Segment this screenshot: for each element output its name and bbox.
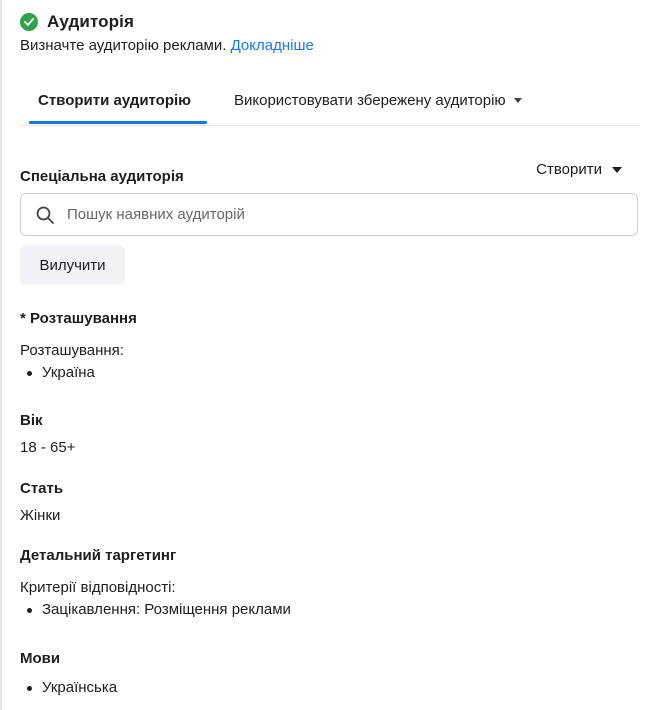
create-dropdown[interactable]: Створити	[536, 161, 622, 178]
detailed-targeting-label: Детальний таргетинг	[20, 547, 177, 564]
audience-search[interactable]	[20, 193, 638, 236]
caret-down-icon	[612, 166, 622, 173]
list-item: Українська	[20, 679, 117, 697]
gender-value: Жінки	[20, 507, 61, 524]
exclude-button[interactable]: Вилучити	[20, 245, 125, 285]
list-item: Зацікавлення: Розміщення реклами	[20, 601, 291, 619]
age-label: Вік	[20, 412, 43, 429]
location-list: Україна	[20, 364, 95, 382]
audience-tabs: Створити аудиторію Використовувати збере…	[20, 78, 640, 126]
caret-down-icon	[513, 98, 522, 103]
create-dropdown-label: Створити	[536, 161, 602, 178]
age-value: 18 - 65+	[20, 439, 76, 456]
search-icon	[36, 206, 54, 224]
learn-more-link[interactable]: Докладніше	[231, 37, 314, 54]
section-subtitle: Визначте аудиторію реклами. Докладніше	[20, 37, 314, 54]
detailed-targeting-list: Зацікавлення: Розміщення реклами	[20, 601, 291, 619]
list-item: Україна	[20, 364, 95, 382]
tab-saved-label: Використовувати збережену аудиторію	[234, 92, 506, 109]
check-circle-icon	[20, 13, 38, 31]
tab-create-audience[interactable]: Створити аудиторію	[38, 92, 191, 109]
gender-label: Стать	[20, 480, 64, 497]
left-border	[0, 0, 2, 710]
subtitle-text: Визначте аудиторію реклами.	[20, 37, 227, 54]
audience-search-input[interactable]	[65, 205, 609, 224]
section-header: Аудиторія	[20, 12, 134, 32]
location-label: * Розташування	[20, 310, 137, 327]
section-title: Аудиторія	[47, 12, 134, 31]
languages-label: Мови	[20, 650, 61, 667]
detailed-targeting-sub-label: Критерії відповідності:	[20, 579, 176, 596]
location-sub-label: Розташування:	[20, 342, 124, 359]
active-tab-indicator	[29, 121, 207, 124]
tab-saved-audience[interactable]: Використовувати збережену аудиторію	[234, 92, 522, 109]
custom-audience-label: Спеціальна аудиторія	[20, 168, 184, 185]
languages-list: Українська	[20, 679, 117, 697]
